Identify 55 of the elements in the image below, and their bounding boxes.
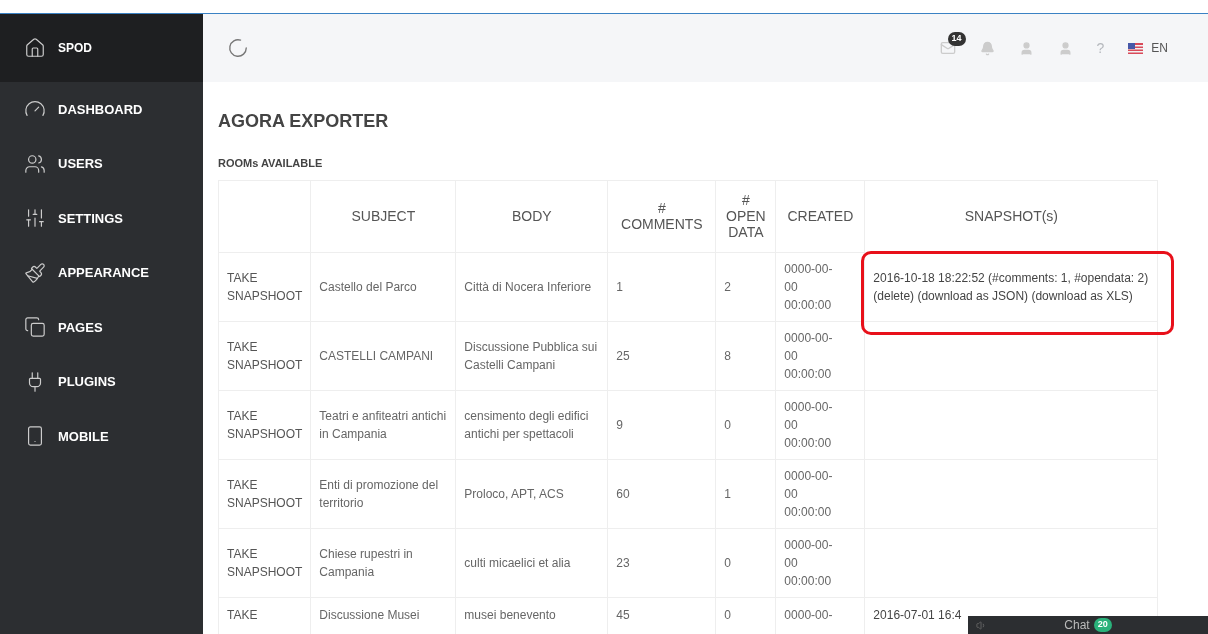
table-cell: culti micaelici et alia xyxy=(455,528,608,597)
column-header: # OPEN DATA xyxy=(715,180,776,252)
take-snapshot-link[interactable]: TAKE xyxy=(227,605,258,624)
table-cell: 0000-00- 00 00:00:00 xyxy=(775,321,865,390)
table-cell: 25 xyxy=(607,321,716,390)
page-title: AGORA EXPORTER xyxy=(218,110,390,133)
table-cell: 0000-00- 00 00:00:00 xyxy=(775,528,865,597)
snapshot-info: 2016-10-18 18:22:52 (#comments: 1, #opendata: 2) (delete) (download as JSON) (download as XLS) xyxy=(873,269,1150,305)
language-selector[interactable]: EN xyxy=(1151,39,1168,57)
column-header: SNAPSHOT(s) xyxy=(864,180,1158,252)
chat-label: Chat xyxy=(1064,617,1090,634)
table-cell: Enti di promozione del territorio xyxy=(310,459,456,528)
sidebar-item[interactable]: APPEARANCE xyxy=(0,245,203,300)
table-cell: Discussione Pubblica sui Castelli Campani xyxy=(455,321,608,390)
pages-icon xyxy=(24,316,46,339)
column-header: SUBJECT xyxy=(310,180,456,252)
table-cell: 2 xyxy=(715,252,776,321)
table-cell: 1 xyxy=(715,459,776,528)
chat-count: 20 xyxy=(1093,618,1112,632)
table-cell: 0 xyxy=(715,390,776,459)
brush-icon xyxy=(24,261,46,284)
table-cell: Castello del Parco xyxy=(310,252,456,321)
table-cell: Proloco, APT, ACS xyxy=(455,459,608,528)
table-cell: Chiese rupestri in Campania xyxy=(310,528,456,597)
users-icon xyxy=(24,152,46,175)
chat-bar[interactable]: Chat 20 xyxy=(968,616,1208,634)
table-cell: Teatri e anfiteatri antichi in Campania xyxy=(310,390,456,459)
table-cell: 0000-00- 00 00:00:00 xyxy=(775,459,865,528)
brand-name[interactable]: SPOD xyxy=(58,39,92,57)
sidebar-item[interactable]: DASHBOARD xyxy=(0,82,203,137)
table-cell: 1 xyxy=(607,252,716,321)
table-cell: 9 xyxy=(607,390,716,459)
column-header: # COMMENTS xyxy=(607,180,716,252)
table-cell: 0000-00- 00 00:00:00 xyxy=(775,390,865,459)
speaker-icon xyxy=(976,619,987,631)
column-header: CREATED xyxy=(775,180,865,252)
table-cell: 0 xyxy=(715,528,776,597)
table-cell: 60 xyxy=(607,459,716,528)
sidebar-item[interactable]: MOBILE xyxy=(0,409,203,464)
sidebar-item[interactable]: USERS xyxy=(0,136,203,191)
table-cell: CASTELLI CAMPANI xyxy=(310,321,456,390)
sidebar-item[interactable]: SETTINGS xyxy=(0,191,203,246)
sidebar-item[interactable]: PAGES xyxy=(0,300,203,355)
column-header: BODY xyxy=(455,180,608,252)
home-icon[interactable] xyxy=(24,37,46,59)
table-cell: Città di Nocera Inferiore xyxy=(455,252,608,321)
sliders-icon xyxy=(24,207,46,230)
refresh-icon[interactable] xyxy=(227,37,249,59)
sidebar-item[interactable]: PLUGINS xyxy=(0,354,203,409)
table-cell: 8 xyxy=(715,321,776,390)
section-label: ROOMs AVAILABLE xyxy=(218,156,324,171)
notification-count: 14 xyxy=(947,32,966,46)
table-cell: 23 xyxy=(607,528,716,597)
flag-icon xyxy=(1128,42,1144,54)
table-cell: censimento degli edifici antichi per spettacoli xyxy=(455,390,608,459)
